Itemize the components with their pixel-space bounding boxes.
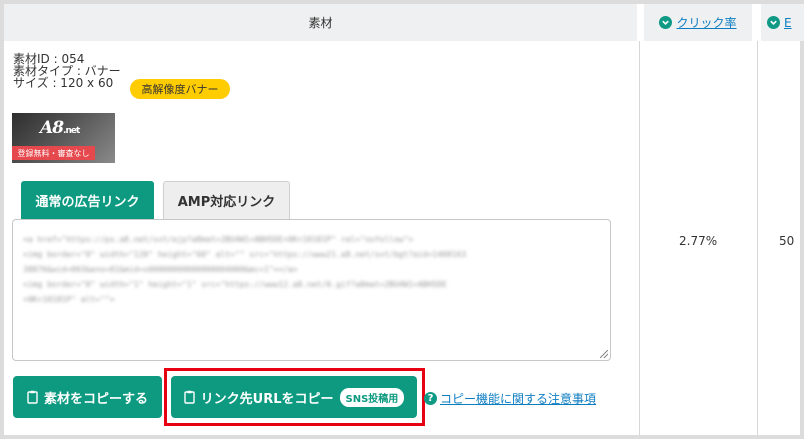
code-line: <img border="0" width="120" height="60" …	[23, 250, 467, 259]
resize-handle[interactable]	[600, 350, 608, 358]
highlight-frame	[164, 368, 425, 426]
sort-chevron-icon	[767, 16, 780, 29]
banner-preview: A8.net 登録無料・審査なし	[12, 113, 115, 163]
copy-notice-link[interactable]: コピー機能に関する注意事項	[440, 390, 596, 407]
column-header-material: 素材	[4, 4, 637, 41]
material-size: サイズ : 120 x 60	[13, 76, 114, 90]
code-line: +0K+10181P" alt="">	[23, 295, 115, 304]
a8-logo-text: A8	[40, 118, 64, 138]
tab-standard-link-label: 通常の広告リンク	[35, 194, 140, 210]
code-line: <a href="https://px.a8.net/svt/ejp?a8mat…	[23, 235, 414, 244]
tab-standard-link[interactable]: 通常の広告リンク	[21, 181, 154, 219]
sort-next-column-link[interactable]: E	[784, 16, 792, 30]
column-header-material-label: 素材	[308, 16, 333, 30]
copy-material-label: 素材をコピーする	[43, 391, 148, 407]
tab-amp-link[interactable]: AMP対応リンク	[163, 181, 290, 219]
sort-click-rate-link[interactable]: クリック率	[676, 14, 736, 31]
copy-material-button[interactable]: 素材をコピーする	[13, 376, 162, 418]
code-line: 38876&wid=003&eno=01&mid=s00000000000000…	[23, 265, 298, 274]
a8-logo: A8.net	[40, 118, 80, 138]
column-header-click-rate[interactable]: クリック率	[644, 4, 752, 41]
copy-notice-help[interactable]: ? コピー機能に関する注意事項	[424, 390, 596, 407]
question-icon: ?	[424, 392, 437, 405]
sort-chevron-icon	[659, 16, 673, 29]
code-line: <img border="0" width="1" height="1" src…	[23, 280, 447, 289]
clipboard-icon	[27, 390, 38, 404]
next-column-value: 50	[779, 234, 795, 248]
click-rate-value: 2.77%	[679, 234, 718, 248]
ad-code-textarea[interactable]: <a href="https://px.a8.net/svt/ejp?a8mat…	[12, 219, 611, 361]
tab-amp-link-label: AMP対応リンク	[177, 195, 276, 210]
high-resolution-badge: 高解像度バナー	[130, 79, 230, 99]
column-header-next[interactable]: E	[761, 4, 804, 41]
a8-logo-suffix: .net	[63, 126, 80, 136]
column-divider	[757, 41, 758, 435]
material-meta: 素材ID : 054 素材タイプ : バナー サイズ : 120 x 60	[13, 53, 121, 89]
column-divider	[639, 41, 640, 435]
banner-strip: 登録無料・審査なし	[12, 146, 95, 160]
